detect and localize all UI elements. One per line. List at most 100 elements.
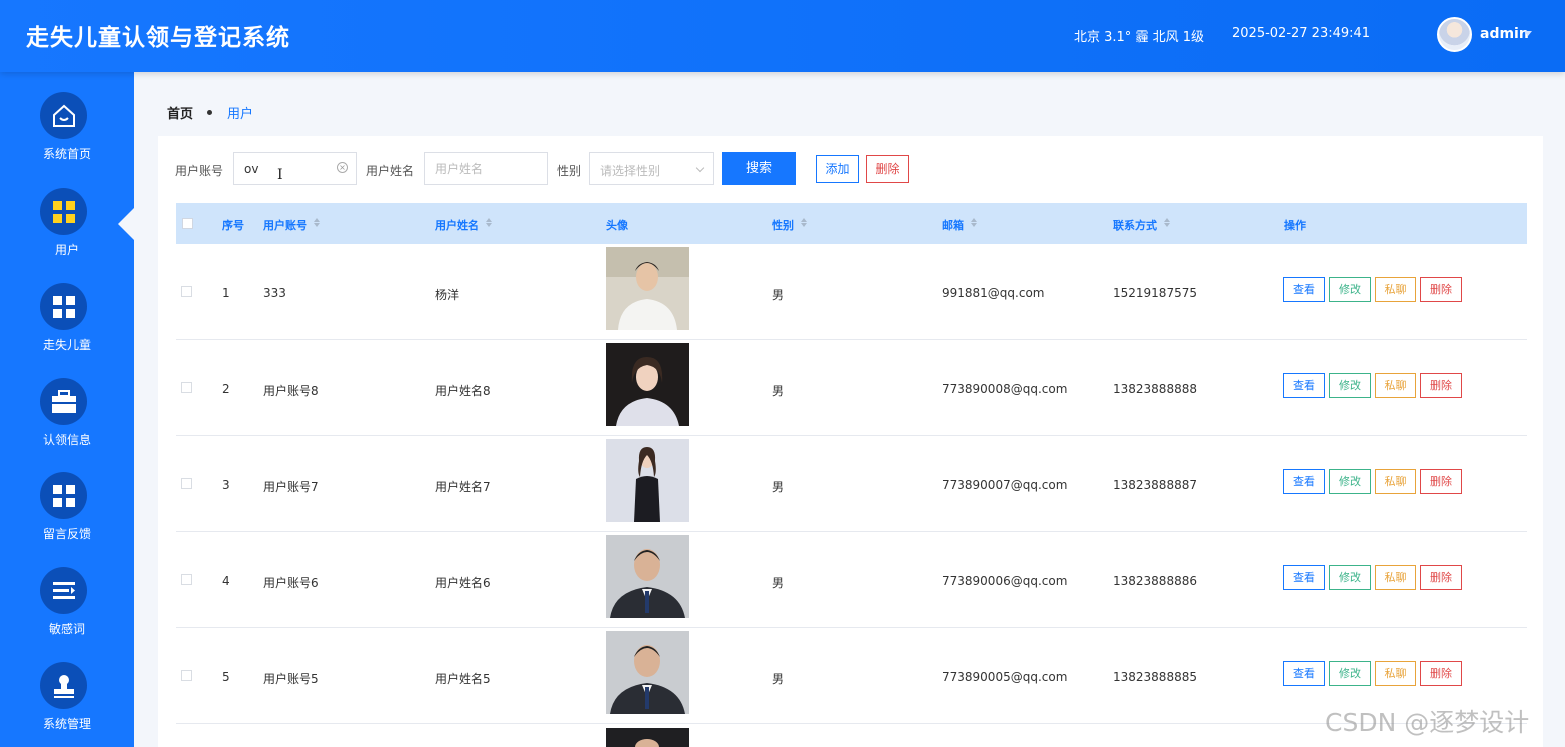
cell-phone: 13823888886 bbox=[1113, 574, 1197, 588]
cell-index: 5 bbox=[222, 670, 230, 684]
column-header-phone[interactable]: 联系方式 bbox=[1113, 217, 1170, 233]
gender-label: 性别 bbox=[557, 164, 582, 178]
row-checkbox[interactable] bbox=[181, 286, 192, 297]
delete-button[interactable]: 删除 bbox=[1420, 565, 1462, 590]
edit-button[interactable]: 修改 bbox=[1329, 373, 1371, 398]
batch-delete-button[interactable]: 删除 bbox=[866, 155, 909, 183]
sidebar-item-label: 走失儿童 bbox=[42, 338, 91, 352]
chat-button[interactable]: 私聊 bbox=[1375, 277, 1416, 302]
sidebar-item-missing-children[interactable]: 走失儿童 bbox=[0, 283, 134, 373]
column-header-name[interactable]: 用户姓名 bbox=[435, 217, 492, 233]
cell-gender: 男 bbox=[772, 288, 785, 302]
sort-icon[interactable] bbox=[486, 218, 492, 227]
gender-select[interactable]: 请选择性别 bbox=[589, 152, 714, 185]
stamp-icon bbox=[40, 662, 87, 709]
edit-button[interactable]: 修改 bbox=[1329, 277, 1371, 302]
select-all-checkbox[interactable] bbox=[182, 218, 193, 229]
sidebar-item-label: 留言反馈 bbox=[42, 527, 91, 541]
sort-icon[interactable] bbox=[801, 218, 807, 227]
briefcase-icon bbox=[40, 378, 87, 425]
name-search-input[interactable] bbox=[424, 152, 548, 185]
edit-button[interactable]: 修改 bbox=[1329, 565, 1371, 590]
cell-phone: 15219187575 bbox=[1113, 286, 1197, 300]
grid-icon bbox=[40, 283, 87, 330]
breadcrumb-home[interactable]: 首页 bbox=[167, 103, 193, 122]
user-photo[interactable] bbox=[606, 247, 689, 330]
sidebar-item-home[interactable]: 系统首页 bbox=[0, 92, 134, 182]
table-header: 序号 用户账号 用户姓名 头像 性别 邮箱 联系方式 操作 bbox=[176, 203, 1527, 244]
delete-button[interactable]: 删除 bbox=[1420, 373, 1462, 398]
app-title: 走失儿童认领与登记系统 bbox=[26, 25, 290, 51]
delete-button[interactable]: 删除 bbox=[1420, 661, 1462, 686]
user-photo[interactable] bbox=[606, 631, 689, 714]
grid-icon bbox=[40, 188, 87, 235]
column-header-label: 用户姓名 bbox=[435, 219, 479, 232]
edit-button[interactable]: 修改 bbox=[1329, 469, 1371, 494]
breadcrumb-separator bbox=[207, 110, 213, 115]
clear-icon[interactable]: × bbox=[337, 162, 348, 173]
chat-button[interactable]: 私聊 bbox=[1375, 565, 1416, 590]
view-button[interactable]: 查看 bbox=[1283, 373, 1325, 398]
user-photo[interactable] bbox=[606, 343, 689, 426]
sort-icon[interactable] bbox=[1164, 218, 1170, 227]
column-header-gender[interactable]: 性别 bbox=[772, 217, 807, 233]
sort-icon[interactable] bbox=[314, 218, 320, 227]
top-header: 走失儿童认领与登记系统 北京 3.1° 霾 北风 1级 2025-02-27 2… bbox=[0, 0, 1565, 72]
cell-index: 4 bbox=[222, 574, 230, 588]
row-checkbox[interactable] bbox=[181, 670, 192, 681]
row-checkbox[interactable] bbox=[181, 382, 192, 393]
sort-icon[interactable] bbox=[971, 218, 977, 227]
sidebar-item-sensitive-words[interactable]: 敏感词 bbox=[0, 567, 134, 657]
column-header-account[interactable]: 用户账号 bbox=[263, 217, 320, 233]
user-photo[interactable] bbox=[606, 535, 689, 618]
user-photo[interactable] bbox=[606, 728, 689, 747]
view-button[interactable]: 查看 bbox=[1283, 661, 1325, 686]
sidebar-item-claims[interactable]: 认领信息 bbox=[0, 378, 134, 468]
add-button[interactable]: 添加 bbox=[816, 155, 859, 183]
user-avatar[interactable] bbox=[1437, 17, 1472, 52]
cell-phone: 13823888885 bbox=[1113, 670, 1197, 684]
list-icon bbox=[40, 567, 87, 614]
column-header-actions: 操作 bbox=[1284, 219, 1306, 232]
chat-button[interactable]: 私聊 bbox=[1375, 661, 1416, 686]
delete-button[interactable]: 删除 bbox=[1420, 277, 1462, 302]
column-header-label: 联系方式 bbox=[1113, 219, 1157, 232]
row-checkbox[interactable] bbox=[181, 478, 192, 489]
user-photo[interactable] bbox=[606, 439, 689, 522]
search-button[interactable]: 搜索 bbox=[722, 152, 796, 185]
sidebar-item-users[interactable]: 用户 bbox=[0, 188, 134, 278]
caret-down-icon[interactable] bbox=[1524, 31, 1532, 36]
username[interactable]: admin bbox=[1480, 26, 1529, 42]
table-row: 1 333 杨洋 男 991881@qq.com 15219187575 查看 … bbox=[176, 244, 1527, 340]
column-header-email[interactable]: 邮箱 bbox=[942, 217, 977, 233]
view-button[interactable]: 查看 bbox=[1283, 469, 1325, 494]
sidebar-item-feedback[interactable]: 留言反馈 bbox=[0, 472, 134, 562]
breadcrumb: 首页 用户 bbox=[167, 103, 253, 122]
column-header-label: 用户账号 bbox=[263, 219, 307, 232]
account-label: 用户账号 bbox=[175, 164, 224, 178]
cell-account: 333 bbox=[263, 286, 286, 300]
sidebar-item-label: 敏感词 bbox=[48, 622, 85, 636]
sidebar-item-label: 系统首页 bbox=[42, 147, 91, 161]
chat-button[interactable]: 私聊 bbox=[1375, 469, 1416, 494]
edit-button[interactable]: 修改 bbox=[1329, 661, 1371, 686]
cell-gender: 男 bbox=[772, 384, 785, 398]
chat-button[interactable]: 私聊 bbox=[1375, 373, 1416, 398]
cell-email: 773890007@qq.com bbox=[942, 478, 1068, 492]
sidebar-item-system[interactable]: 系统管理 bbox=[0, 662, 134, 747]
cell-gender: 男 bbox=[772, 576, 785, 590]
cell-name: 杨洋 bbox=[435, 288, 460, 302]
view-button[interactable]: 查看 bbox=[1283, 565, 1325, 590]
grid-icon bbox=[40, 472, 87, 519]
cell-account: 用户账号5 bbox=[263, 672, 319, 686]
sidebar-item-label: 认领信息 bbox=[42, 433, 91, 447]
cell-index: 2 bbox=[222, 382, 230, 396]
cell-account: 用户账号6 bbox=[263, 576, 319, 590]
delete-button[interactable]: 删除 bbox=[1420, 469, 1462, 494]
cell-email: 991881@qq.com bbox=[942, 286, 1045, 300]
cell-name: 用户姓名5 bbox=[435, 672, 491, 686]
cell-name: 用户姓名8 bbox=[435, 384, 491, 398]
row-checkbox[interactable] bbox=[181, 574, 192, 585]
view-button[interactable]: 查看 bbox=[1283, 277, 1325, 302]
weather-info: 北京 3.1° 霾 北风 1级 bbox=[1074, 30, 1204, 45]
